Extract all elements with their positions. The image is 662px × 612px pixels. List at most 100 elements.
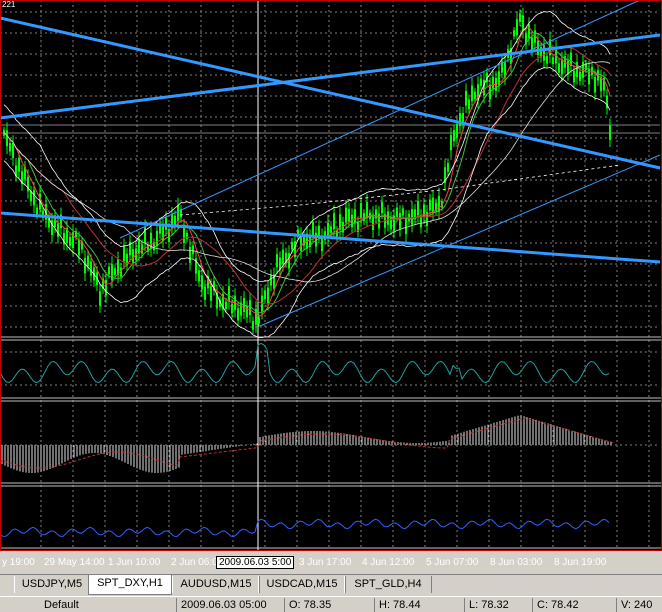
tab-audusd-m15[interactable]: AUDUSD,M15: [172, 576, 260, 593]
candle-body: [231, 303, 233, 314]
candle-body: [312, 221, 314, 236]
candle-body: [579, 71, 581, 81]
candle-body: [360, 203, 362, 219]
candle-body: [108, 266, 110, 275]
candle-body: [141, 244, 143, 254]
candle-body: [348, 208, 350, 222]
time-label: 3 Jun 17:00: [299, 557, 352, 568]
candle-body: [465, 90, 467, 106]
rsi-line: [0, 342, 610, 384]
candle-body: [378, 213, 380, 229]
candle-body: [333, 213, 335, 230]
time-label: y 19:00: [2, 557, 35, 568]
candle-body: [438, 195, 440, 212]
candle-body: [354, 209, 356, 224]
candle-body: [552, 57, 554, 65]
tab-spt-dxy-h1[interactable]: SPT_DXY,H1: [88, 575, 172, 595]
candle-body: [201, 275, 203, 290]
candle-body: [594, 77, 596, 93]
candle-body: [330, 226, 332, 233]
status-profile: Default: [44, 599, 79, 611]
channel-line: [259, 154, 661, 327]
chart-tab-bar: USDJPY,M5 SPT_DXY,H1 AUDUSD,M15 USDCAD,M…: [0, 574, 662, 595]
candle-body: [99, 291, 101, 306]
candle-body: [78, 239, 80, 256]
candle-body: [123, 246, 125, 262]
candle-body: [411, 209, 413, 225]
candle-body: [402, 208, 404, 216]
candle-body: [276, 254, 278, 268]
candle-body: [18, 157, 20, 172]
candle-body: [192, 245, 194, 255]
candle-body: [300, 235, 302, 252]
candle-body: [447, 162, 449, 172]
trendline: [0, 33, 661, 120]
candle-body: [114, 268, 116, 275]
candle-body: [483, 79, 485, 96]
time-label: 8 Jun 19:00: [554, 557, 607, 568]
candle-body: [270, 274, 272, 286]
candle-body: [264, 290, 266, 299]
tab-spt-gld-h4[interactable]: SPT_GLD,H4: [344, 576, 432, 593]
time-label: 1 Jun 10:00: [108, 557, 161, 568]
candle-body: [471, 85, 473, 102]
candle-body: [546, 55, 548, 64]
candle-body: [90, 261, 92, 276]
candle-body: [345, 207, 347, 222]
candle-body: [138, 238, 140, 254]
candle-body: [396, 207, 398, 217]
tab-usdjpy-m5[interactable]: USDJPY,M5: [14, 576, 90, 593]
candle-body: [165, 217, 167, 230]
candle-body: [258, 317, 260, 324]
candle-body: [366, 202, 368, 219]
chart-window: 221 y 19:00 29 May 14:00 1 Jun 10:00 2 J…: [0, 0, 662, 612]
candle-body: [186, 232, 188, 240]
candle-body: [69, 236, 71, 246]
chart-canvas[interactable]: [0, 0, 662, 551]
candle-body: [492, 76, 494, 89]
candle-body: [12, 142, 14, 159]
candle-body: [480, 78, 482, 86]
candle-body: [204, 286, 206, 300]
candle-body: [177, 205, 179, 221]
candle-body: [246, 306, 248, 318]
candle-body: [87, 255, 89, 267]
candle-body: [519, 13, 521, 22]
candle-body: [516, 19, 518, 36]
candle-body: [429, 199, 431, 211]
candle-body: [522, 15, 524, 31]
candle-body: [6, 130, 8, 147]
status-close: C: 78.42: [532, 598, 579, 612]
candle-body: [423, 204, 425, 218]
candle-body: [210, 285, 212, 301]
crosshair-time-label: 2009.06.03 5:00: [216, 556, 295, 569]
status-volume: V: 240: [616, 598, 652, 612]
status-low: L: 78.32: [464, 598, 509, 612]
candle-body: [387, 211, 389, 225]
candle-body: [417, 200, 419, 216]
candle-body: [84, 257, 86, 274]
status-open: O: 78.35: [284, 598, 331, 612]
candle-body: [432, 197, 434, 214]
status-bar: Default 2009.06.03 05:00 O: 78.35 H: 78.…: [0, 596, 662, 612]
time-label: 4 Jun 12:00: [362, 557, 415, 568]
corner-price-label: 221: [2, 0, 16, 9]
candle-body: [399, 213, 401, 229]
tab-usdcad-m15[interactable]: USDCAD,M15: [258, 576, 346, 593]
candle-body: [561, 59, 563, 75]
candle-body: [405, 218, 407, 235]
candle-body: [567, 60, 569, 75]
trendline: [0, 16, 661, 170]
trendline: [0, 211, 661, 264]
candle-body: [381, 201, 383, 214]
candle-body: [291, 241, 293, 250]
candle-body: [105, 279, 107, 296]
candle-body: [588, 68, 590, 85]
candle-body: [228, 286, 230, 302]
channel-line: [119, 0, 641, 239]
candle-body: [513, 30, 515, 37]
candle-body: [36, 207, 38, 216]
price-chart[interactable]: 221 y 19:00 29 May 14:00 1 Jun 10:00 2 J…: [0, 0, 662, 569]
candle-body: [453, 130, 455, 142]
candle-body: [237, 308, 239, 321]
